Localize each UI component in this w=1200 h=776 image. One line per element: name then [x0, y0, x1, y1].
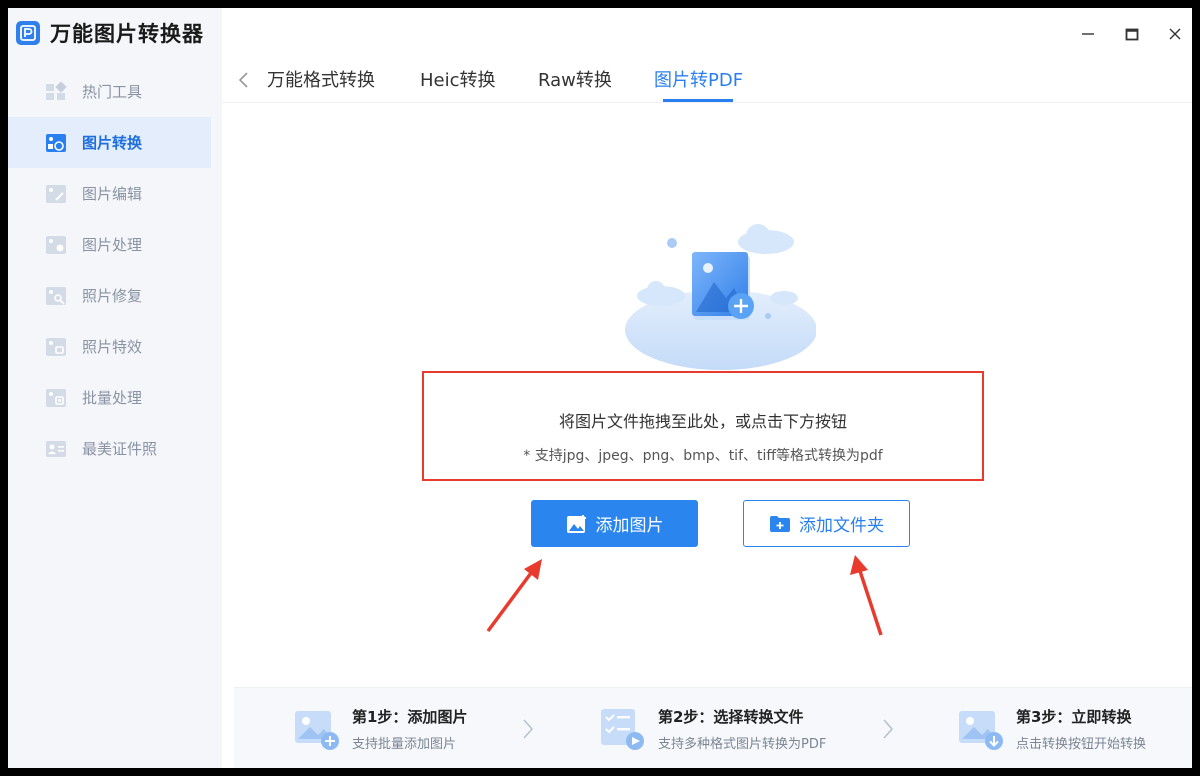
sidebar-item-photo-effects[interactable]: 照片特效	[8, 321, 222, 372]
chevron-right-icon	[523, 719, 534, 739]
sidebar-item-label: 批量处理	[82, 389, 143, 407]
minimize-icon	[1082, 33, 1094, 35]
chevron-left-icon[interactable]	[234, 70, 254, 90]
image-process-icon	[46, 235, 66, 254]
dropzone-instruction: 将图片文件拖拽至此处，或点击下方按钮	[558, 412, 847, 431]
sidebar-item-image-edit[interactable]: 图片编辑	[8, 168, 222, 219]
app-logo-icon	[16, 21, 40, 45]
sidebar-item-label: 图片转换	[82, 134, 143, 152]
batch-process-icon	[46, 388, 66, 407]
divider	[222, 102, 1192, 103]
minimize-button[interactable]	[1076, 22, 1100, 46]
step-description: 支持多种格式图片转换为PDF	[658, 736, 827, 752]
select-files-step-icon	[601, 708, 644, 750]
image-convert-icon	[46, 133, 66, 152]
sidebar: 万能图片转换器 热门工具 图片转换 图片编辑 图片处理 照片修复 照片特效 批量…	[8, 8, 222, 768]
sidebar-item-image-convert[interactable]: 图片转换	[8, 117, 211, 168]
sidebar-item-image-process[interactable]: 图片处理	[8, 219, 222, 270]
tab-raw[interactable]: Raw转换	[538, 66, 612, 92]
app-title: 万能图片转换器	[50, 22, 204, 46]
sidebar-item-label: 热门工具	[82, 83, 143, 101]
sidebar-item-label: 照片修复	[82, 287, 143, 305]
close-icon	[1169, 28, 1181, 40]
step-title: 第3步：立即转换	[1016, 707, 1132, 726]
add-image-icon	[566, 514, 586, 533]
sidebar-item-hot-tools[interactable]: 热门工具	[8, 66, 222, 117]
sidebar-item-id-photo[interactable]: 最美证件照	[8, 423, 222, 474]
add-image-button[interactable]: 添加图片	[531, 500, 698, 547]
id-photo-icon	[46, 440, 66, 457]
sidebar-item-label: 图片处理	[82, 236, 143, 254]
step-2: 第2步：选择转换文件 支持多种格式图片转换为PDF	[600, 688, 826, 768]
add-image-step-icon	[295, 710, 339, 750]
add-folder-icon	[770, 515, 790, 532]
sidebar-item-photo-repair[interactable]: 照片修复	[8, 270, 222, 321]
hot-tools-icon	[46, 81, 67, 100]
dropzone-supported-formats: * 支持jpg、jpeg、png、bmp、tif、tiff等格式转换为pdf	[523, 448, 883, 464]
add-image-label: 添加图片	[595, 516, 664, 536]
brand: 万能图片转换器	[16, 18, 204, 48]
convert-step-icon	[959, 710, 1003, 750]
tab-universal-format[interactable]: 万能格式转换	[267, 66, 375, 92]
step-description: 支持批量添加图片	[352, 736, 457, 752]
tab-bar: 万能格式转换 Heic转换 Raw转换 图片转PDF	[222, 58, 1192, 102]
annotation-arrow-left	[486, 559, 542, 633]
annotation-arrow-right	[850, 555, 883, 636]
tab-image-to-pdf[interactable]: 图片转PDF	[654, 66, 743, 92]
app-window: 万能图片转换器 热门工具 图片转换 图片编辑 图片处理 照片修复 照片特效 批量…	[8, 8, 1192, 768]
step-description: 点击转换按钮开始转换	[1016, 736, 1147, 752]
step-title: 第2步：选择转换文件	[658, 707, 804, 726]
sidebar-nav: 热门工具 图片转换 图片编辑 图片处理 照片修复 照片特效 批量处理 最美证件照	[8, 66, 222, 474]
add-folder-button[interactable]: 添加文件夹	[743, 500, 910, 547]
tab-heic[interactable]: Heic转换	[420, 66, 496, 92]
close-button[interactable]	[1163, 22, 1187, 46]
steps-bar: 第1步：添加图片 支持批量添加图片 第2步：选择转换文件 支持多种格式图片转换为…	[234, 687, 1192, 768]
photo-repair-icon	[46, 286, 66, 305]
maximize-icon	[1125, 28, 1139, 41]
step-1: 第1步：添加图片 支持批量添加图片	[294, 688, 467, 768]
sidebar-item-batch-process[interactable]: 批量处理	[8, 372, 222, 423]
photo-effects-icon	[46, 337, 66, 356]
step-3: 第3步：立即转换 点击转换按钮开始转换	[958, 688, 1146, 768]
dropzone[interactable]: 将图片文件拖拽至此处，或点击下方按钮 * 支持jpg、jpeg、png、bmp、…	[422, 371, 984, 481]
sidebar-item-label: 图片编辑	[82, 185, 143, 203]
sidebar-item-label: 照片特效	[82, 338, 143, 356]
image-edit-icon	[46, 184, 66, 203]
chevron-right-icon	[883, 719, 894, 739]
step-title: 第1步：添加图片	[352, 707, 468, 726]
upload-illustration	[625, 224, 816, 370]
sidebar-item-label: 最美证件照	[82, 440, 158, 458]
add-folder-label: 添加文件夹	[799, 516, 884, 536]
maximize-button[interactable]	[1120, 22, 1144, 46]
